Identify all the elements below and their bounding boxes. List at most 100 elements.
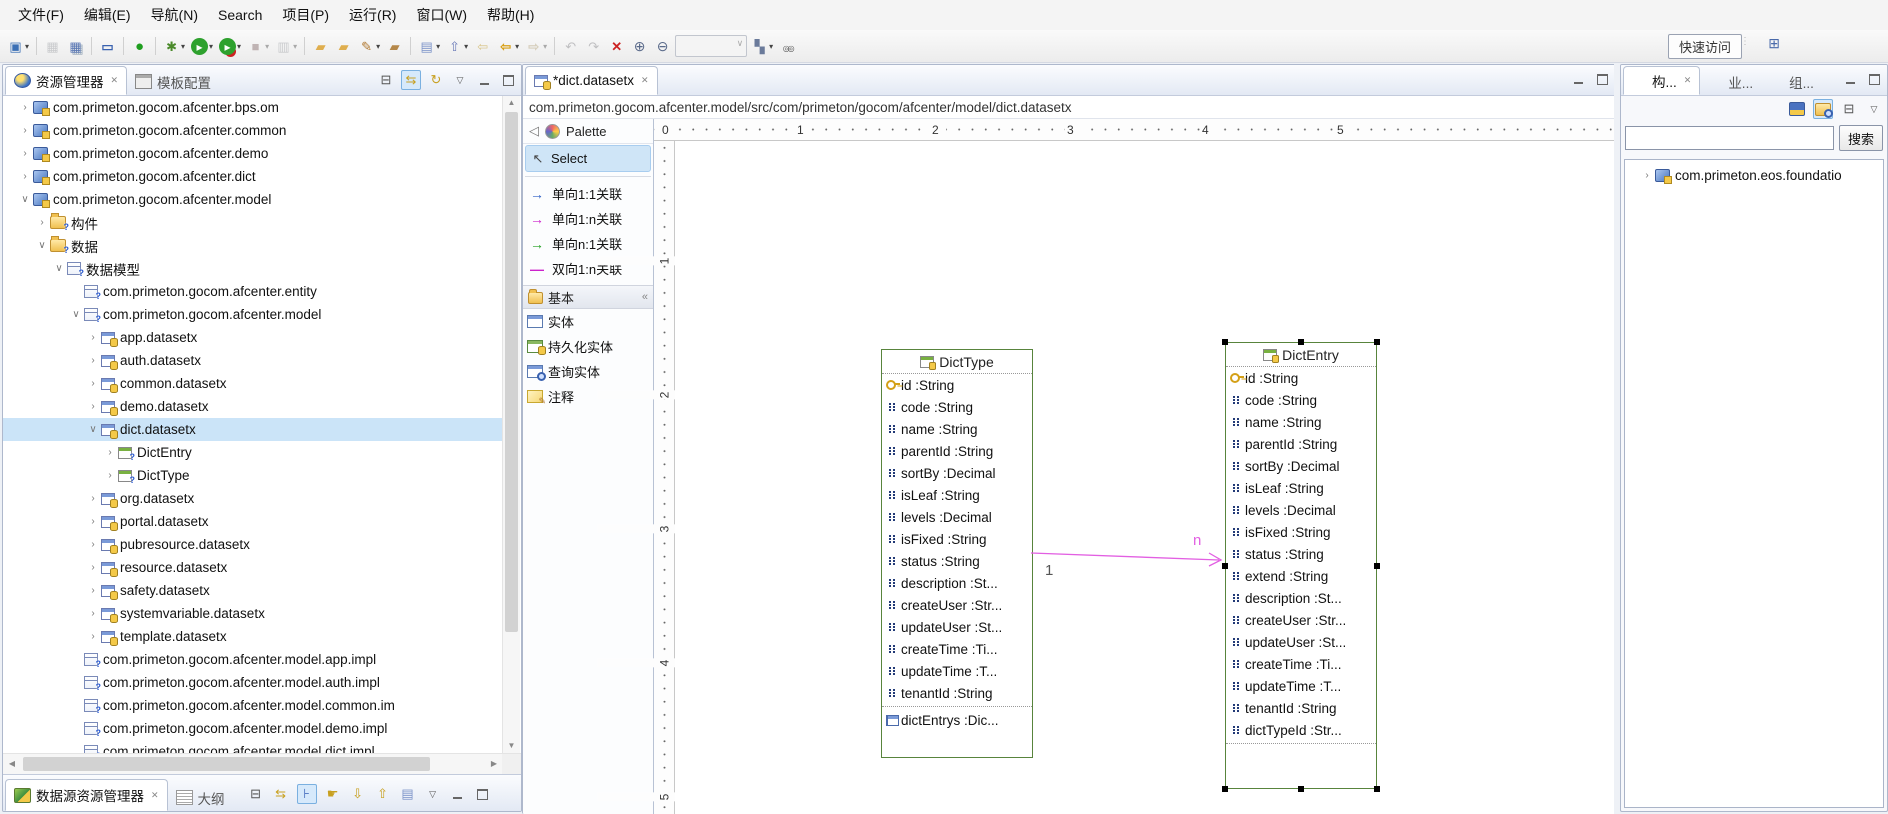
save-view-icon[interactable]: ▤ (399, 785, 417, 803)
scroll-right-icon[interactable]: ▶ (487, 757, 501, 771)
chevron-down-icon[interactable]: ▾ (543, 42, 547, 51)
collapse-all-icon[interactable]: ⊟ (377, 71, 395, 89)
entity-field[interactable]: updateUser :St... (1226, 631, 1376, 653)
scrollbar-thumb[interactable] (505, 112, 518, 632)
open-resource-button[interactable] (310, 34, 331, 58)
entity-field[interactable]: code :String (1226, 389, 1376, 411)
collapse-all-icon[interactable]: ⊟ (247, 785, 265, 803)
entity-field[interactable]: isFixed :String (882, 528, 1032, 550)
tree-item[interactable]: › portal.datasetx (3, 510, 502, 533)
entity-field[interactable]: createUser :Str... (882, 594, 1032, 616)
scroll-left-icon[interactable]: ◀ (5, 757, 19, 771)
console-button[interactable] (97, 34, 118, 58)
debug-button[interactable]: ▾ (161, 34, 187, 58)
selection-handle[interactable] (1374, 339, 1380, 345)
selection-handle[interactable] (1374, 786, 1380, 792)
tree-item[interactable]: › pubresource.datasetx (3, 533, 502, 556)
expander-icon[interactable]: ∨ (85, 424, 101, 435)
menu-item[interactable]: 文件(F) (8, 2, 74, 28)
entity-field[interactable]: updateTime :T... (882, 660, 1032, 682)
hand-pointer-icon[interactable]: ☛ (324, 785, 342, 803)
undo-button[interactable] (560, 34, 581, 58)
entity-header[interactable]: DictType (882, 350, 1032, 374)
tree-item[interactable]: ∨ com.primeton.gocom.afcenter.model (3, 188, 502, 211)
menu-item[interactable]: 导航(N) (141, 2, 208, 28)
selection-handle[interactable] (1222, 563, 1228, 569)
selection-handle[interactable] (1298, 339, 1304, 345)
tree-item[interactable]: › safety.datasetx (3, 579, 502, 602)
expander-icon[interactable]: › (85, 585, 101, 596)
scroll-down-icon[interactable]: ▼ (503, 739, 520, 753)
entity-field[interactable]: createTime :Ti... (1226, 653, 1376, 675)
selection-handle[interactable] (1222, 786, 1228, 792)
tree-item[interactable]: › org.datasetx (3, 487, 502, 510)
menu-item[interactable]: 运行(R) (339, 2, 406, 28)
entity-association[interactable]: dictEntrys :Dic... (882, 709, 1032, 731)
collapse-palette-icon[interactable]: ◁ (529, 123, 539, 139)
quick-access-button[interactable]: 快速访问 (1668, 34, 1742, 59)
tree-item[interactable]: › com.primeton.gocom.afcenter.bps.om (3, 96, 502, 119)
redo-button[interactable] (583, 34, 604, 58)
tree-item[interactable]: › DictType (3, 464, 502, 487)
find-button[interactable] (777, 34, 798, 58)
entity-field[interactable]: name :String (882, 418, 1032, 440)
entity-field[interactable]: levels :Decimal (882, 506, 1032, 528)
chevron-down-icon[interactable]: ▾ (25, 42, 29, 51)
expander-icon[interactable]: ∨ (34, 240, 50, 251)
entity-field[interactable]: isLeaf :String (1226, 477, 1376, 499)
tree-item[interactable]: › demo.datasetx (3, 395, 502, 418)
expander-icon[interactable]: › (85, 378, 101, 389)
maximize-icon[interactable] (1593, 70, 1611, 88)
tree-item[interactable]: › com.primeton.gocom.afcenter.common (3, 119, 502, 142)
entity-dictentry[interactable]: DictEntry id :String (1225, 342, 1377, 789)
collapse-all-icon[interactable]: ⊟ (1840, 100, 1858, 118)
palette-relation-tool[interactable]: → 单向n:1关联 (523, 231, 653, 256)
tree-item[interactable]: com.primeton.gocom.afcenter.model.common… (3, 694, 502, 717)
tree-item[interactable]: › common.datasetx (3, 372, 502, 395)
entity-field[interactable]: sortBy :Decimal (1226, 455, 1376, 477)
panel-sash[interactable] (1614, 64, 1618, 814)
expander-icon[interactable]: ∨ (68, 309, 84, 320)
link-with-editor-icon[interactable]: ⇆ (401, 70, 421, 90)
chevron-down-icon[interactable]: ▾ (293, 42, 297, 51)
refresh-icon[interactable]: ↻ (427, 71, 445, 89)
load-folder-button[interactable] (384, 34, 405, 58)
entity-field[interactable]: sortBy :Decimal (882, 462, 1032, 484)
zoom-in-button[interactable] (629, 34, 650, 58)
pin-icon[interactable]: « (642, 291, 648, 303)
entity-field[interactable]: name :String (1226, 411, 1376, 433)
server-start-button[interactable] (129, 34, 150, 58)
expander-icon[interactable]: › (85, 493, 101, 504)
expander-icon[interactable]: › (17, 102, 33, 113)
entity-field[interactable]: createUser :Str... (1226, 609, 1376, 631)
chevron-down-icon[interactable]: ▾ (181, 42, 185, 51)
forward-button[interactable]: ▾ (523, 34, 549, 58)
tree-item[interactable]: › auth.datasetx (3, 349, 502, 372)
expander-icon[interactable]: › (85, 401, 101, 412)
selection-handle[interactable] (1374, 563, 1380, 569)
menu-item[interactable]: 项目(P) (272, 2, 339, 28)
palette-section-basic[interactable]: 基本 « (523, 285, 653, 309)
palette-tool[interactable]: 实体 (523, 309, 653, 334)
run-coverage-button[interactable]: ▾ (217, 34, 243, 58)
tree-item[interactable]: › 构件 (3, 211, 502, 234)
connection-1-n[interactable]: 1 n (675, 141, 1615, 814)
tree-item[interactable]: ∨ 数据 (3, 234, 502, 257)
tree-item[interactable]: › com.primeton.gocom.afcenter.dict (3, 165, 502, 188)
entity-field[interactable]: id :String (1226, 367, 1376, 389)
menu-item[interactable]: 编辑(E) (74, 2, 141, 28)
minimize-icon[interactable] (449, 785, 467, 803)
entity-field[interactable]: updateUser :St... (882, 616, 1032, 638)
selection-handle[interactable] (1298, 786, 1304, 792)
expander-icon[interactable]: › (85, 631, 101, 642)
diagram-canvas[interactable]: DictType id :String (675, 141, 1615, 814)
tree-item[interactable]: › template.datasetx (3, 625, 502, 648)
menu-item[interactable]: Search (208, 4, 272, 26)
open-folder-button[interactable] (333, 34, 354, 58)
palette-relation-tool[interactable]: → 单向1:1关联 (523, 181, 653, 206)
expander-icon[interactable]: › (85, 355, 101, 366)
editor-tab[interactable]: *dict.datasetx ✕ (525, 66, 658, 95)
expander-icon[interactable]: › (17, 171, 33, 182)
view-tab[interactable]: 数据源资源管理器✕ (5, 779, 168, 811)
expander-icon[interactable]: › (1639, 170, 1655, 181)
